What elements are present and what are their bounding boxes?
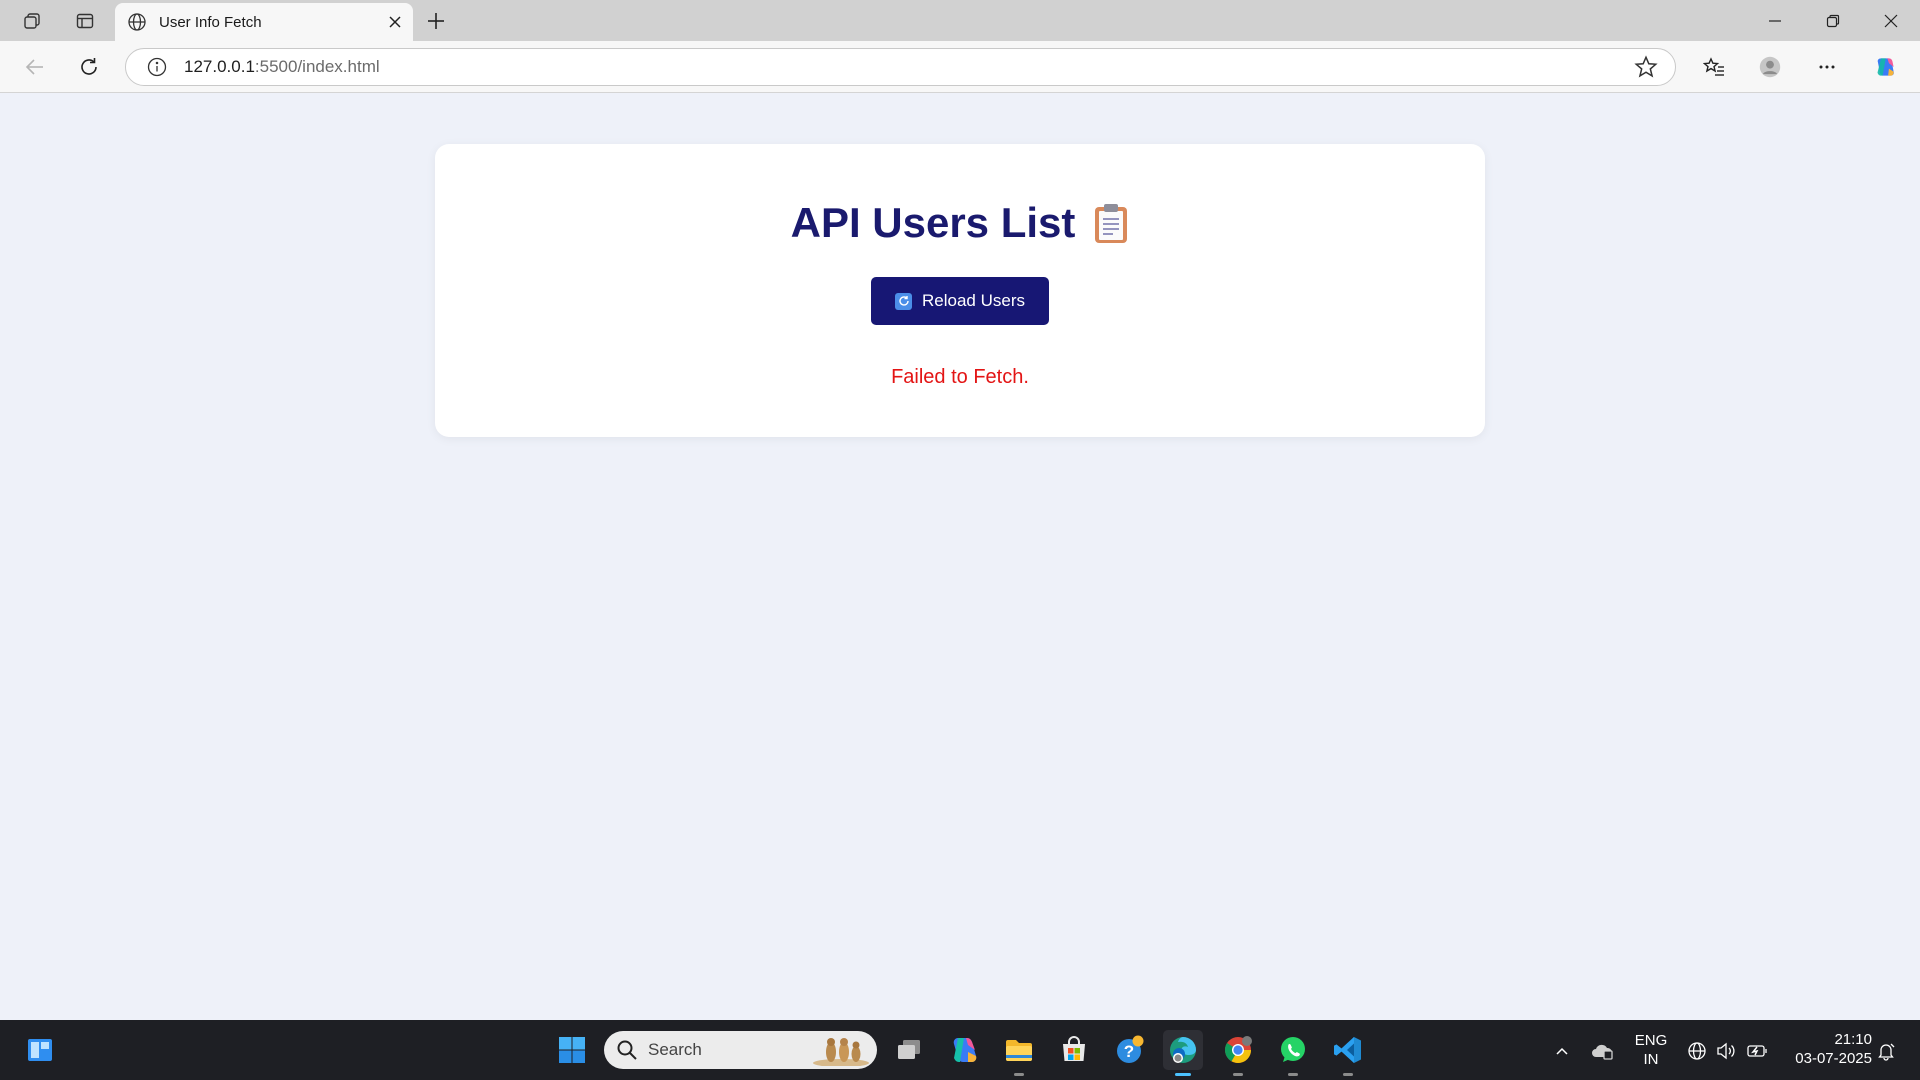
edge-browser-icon[interactable] — [1163, 1030, 1203, 1076]
running-indicator — [1014, 1073, 1024, 1076]
close-window-button[interactable] — [1862, 0, 1920, 41]
url-host: 127.0.0.1 — [184, 57, 255, 76]
page-viewport: API Users List Reload Users Failed to Fe… — [0, 93, 1920, 1020]
tab-title: User Info Fetch — [159, 13, 262, 31]
clock-date: 03-07-2025 — [1795, 1050, 1872, 1067]
browser-tab-strip: User Info Fetch — [0, 0, 1920, 41]
search-placeholder: Search — [648, 1040, 702, 1059]
active-tab[interactable]: User Info Fetch — [115, 3, 413, 41]
network-globe-icon[interactable] — [1685, 1039, 1709, 1063]
favorite-star-icon[interactable] — [1633, 54, 1659, 80]
task-view-icon[interactable] — [889, 1030, 929, 1070]
show-hidden-icons-chevron-icon[interactable] — [1550, 1039, 1574, 1063]
microsoft-store-icon[interactable] — [1054, 1030, 1094, 1070]
address-bar[interactable]: 127.0.0.1:5500/index.html — [125, 48, 1676, 86]
minimize-button[interactable] — [1746, 0, 1804, 41]
error-message: Failed to Fetch. — [891, 366, 1029, 388]
vscode-icon[interactable] — [1328, 1030, 1368, 1076]
language-indicator[interactable]: ENG IN — [1630, 1031, 1672, 1069]
meerkat-highlight-icon — [813, 1038, 869, 1066]
refresh-button[interactable] — [71, 49, 107, 85]
profile-avatar[interactable] — [1752, 49, 1788, 85]
whatsapp-icon[interactable] — [1273, 1030, 1313, 1076]
search-icon — [617, 1040, 637, 1060]
copilot-icon[interactable] — [1867, 49, 1903, 85]
reload-users-button[interactable]: Reload Users — [871, 277, 1049, 325]
svg-text:?: ? — [1124, 1042, 1134, 1061]
more-menu-icon[interactable] — [1809, 49, 1845, 85]
windows-taskbar: Search ? ENG IN 21:10 03-07-2025 — [0, 1020, 1920, 1080]
get-help-icon[interactable]: ? — [1109, 1030, 1149, 1070]
refresh-emoji-icon — [895, 292, 912, 310]
widgets-icon[interactable] — [20, 1030, 60, 1070]
running-indicator — [1233, 1073, 1243, 1076]
start-button[interactable] — [552, 1030, 592, 1070]
language-line1: ENG — [1634, 1032, 1668, 1049]
battery-charging-icon[interactable] — [1745, 1039, 1769, 1063]
clock[interactable]: 21:10 03-07-2025 — [1780, 1030, 1872, 1068]
globe-icon — [128, 13, 146, 31]
workspaces-icon[interactable] — [12, 5, 52, 37]
clock-time: 21:10 — [1834, 1031, 1872, 1048]
vertical-tabs-icon[interactable] — [65, 5, 105, 37]
taskbar-search[interactable]: Search — [604, 1031, 877, 1069]
onedrive-icon[interactable] — [1590, 1039, 1614, 1063]
favorites-icon[interactable] — [1696, 49, 1732, 85]
copilot-app-icon[interactable] — [944, 1030, 984, 1070]
clipboard-icon — [1095, 204, 1128, 243]
active-indicator — [1175, 1073, 1191, 1076]
page-title-text: API Users List — [790, 199, 1076, 246]
site-info-icon[interactable] — [146, 56, 168, 78]
back-button[interactable] — [17, 49, 53, 85]
running-indicator — [1343, 1073, 1353, 1076]
chrome-icon[interactable] — [1218, 1030, 1258, 1076]
tab-close-icon[interactable] — [381, 8, 409, 36]
restore-button[interactable] — [1804, 0, 1862, 41]
language-line2: IN — [1643, 1051, 1659, 1068]
url-text[interactable]: 127.0.0.1:5500/index.html — [184, 57, 1633, 77]
browser-toolbar: 127.0.0.1:5500/index.html — [0, 41, 1920, 93]
running-indicator — [1288, 1073, 1298, 1076]
new-tab-button[interactable] — [418, 4, 454, 38]
reload-users-label: Reload Users — [922, 291, 1025, 310]
page-title: API Users List — [435, 199, 1485, 247]
users-card: API Users List Reload Users Failed to Fe… — [435, 144, 1485, 437]
notifications-bell-icon[interactable] — [1874, 1039, 1898, 1063]
file-explorer-icon[interactable] — [999, 1030, 1039, 1076]
url-path: :5500/index.html — [254, 57, 380, 76]
volume-icon[interactable] — [1714, 1039, 1738, 1063]
